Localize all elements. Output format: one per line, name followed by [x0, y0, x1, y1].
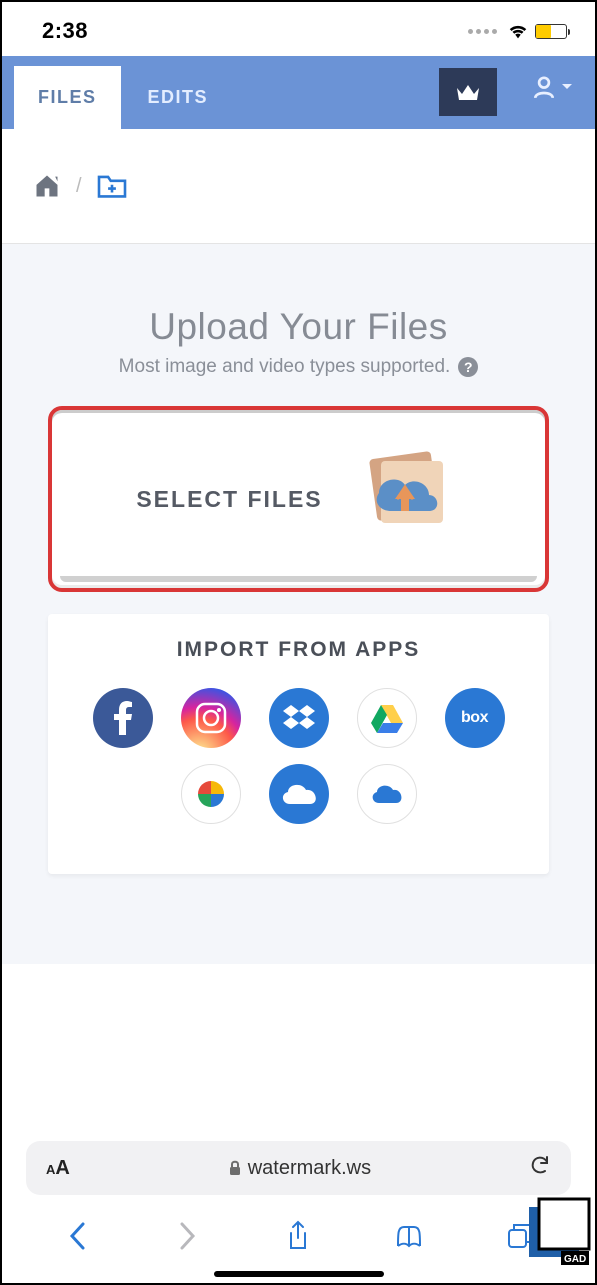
- wifi-icon: [507, 22, 529, 40]
- instagram-icon[interactable]: [181, 688, 241, 748]
- user-menu-button[interactable]: [531, 74, 573, 100]
- facebook-icon[interactable]: [93, 688, 153, 748]
- tab-edits[interactable]: EDITS: [124, 66, 233, 129]
- onedrive-alt-icon[interactable]: [357, 764, 417, 824]
- home-icon[interactable]: [32, 172, 62, 200]
- dropbox-icon[interactable]: [269, 688, 329, 748]
- cellular-signal-icon: [468, 29, 497, 34]
- svg-text:GAD: GAD: [564, 1254, 586, 1265]
- corner-badge-icon: GAD: [513, 1191, 591, 1269]
- crown-icon: [455, 82, 481, 102]
- page-title: Upload Your Files: [2, 306, 595, 348]
- status-time: 2:38: [42, 18, 88, 44]
- top-nav-bar: FILES EDITS: [2, 56, 595, 129]
- help-icon[interactable]: ?: [458, 357, 478, 377]
- box-icon[interactable]: box: [445, 688, 505, 748]
- new-folder-icon[interactable]: [96, 173, 128, 199]
- app-row-1: box: [78, 688, 519, 748]
- url-display[interactable]: watermark.ws: [228, 1157, 371, 1180]
- import-title: IMPORT FROM APPS: [78, 638, 519, 662]
- import-apps-card: IMPORT FROM APPS box: [48, 614, 549, 874]
- upload-cloud-icon: [351, 449, 461, 549]
- main-content: Upload Your Files Most image and video t…: [2, 244, 595, 964]
- back-button[interactable]: [62, 1221, 92, 1251]
- status-bar: 2:38: [2, 2, 595, 56]
- page-subtitle: Most image and video types supported. ?: [2, 356, 595, 378]
- bookmarks-button[interactable]: [394, 1221, 424, 1251]
- lock-icon: [228, 1160, 242, 1176]
- breadcrumb: /: [2, 129, 595, 244]
- reload-button[interactable]: [529, 1153, 551, 1183]
- status-indicators: [468, 22, 567, 40]
- onedrive-icon[interactable]: [269, 764, 329, 824]
- google-drive-icon[interactable]: [357, 688, 417, 748]
- select-files-button[interactable]: SELECT FILES: [48, 406, 549, 592]
- share-button[interactable]: [283, 1221, 313, 1251]
- tab-files[interactable]: FILES: [14, 66, 121, 129]
- google-photos-icon[interactable]: [181, 764, 241, 824]
- text-size-button[interactable]: AA: [46, 1157, 70, 1180]
- battery-icon: [535, 24, 567, 39]
- home-indicator[interactable]: [214, 1271, 384, 1277]
- select-files-label: SELECT FILES: [136, 486, 322, 513]
- premium-button[interactable]: [439, 68, 497, 116]
- breadcrumb-separator: /: [76, 175, 82, 198]
- safari-address-bar[interactable]: AA watermark.ws: [26, 1141, 571, 1195]
- chevron-down-icon: [561, 83, 573, 91]
- user-icon: [531, 74, 557, 100]
- url-text: watermark.ws: [248, 1157, 371, 1180]
- app-row-2: [78, 764, 519, 824]
- forward-button[interactable]: [173, 1221, 203, 1251]
- subtitle-text: Most image and video types supported.: [119, 356, 451, 378]
- safari-toolbar: [2, 1207, 595, 1265]
